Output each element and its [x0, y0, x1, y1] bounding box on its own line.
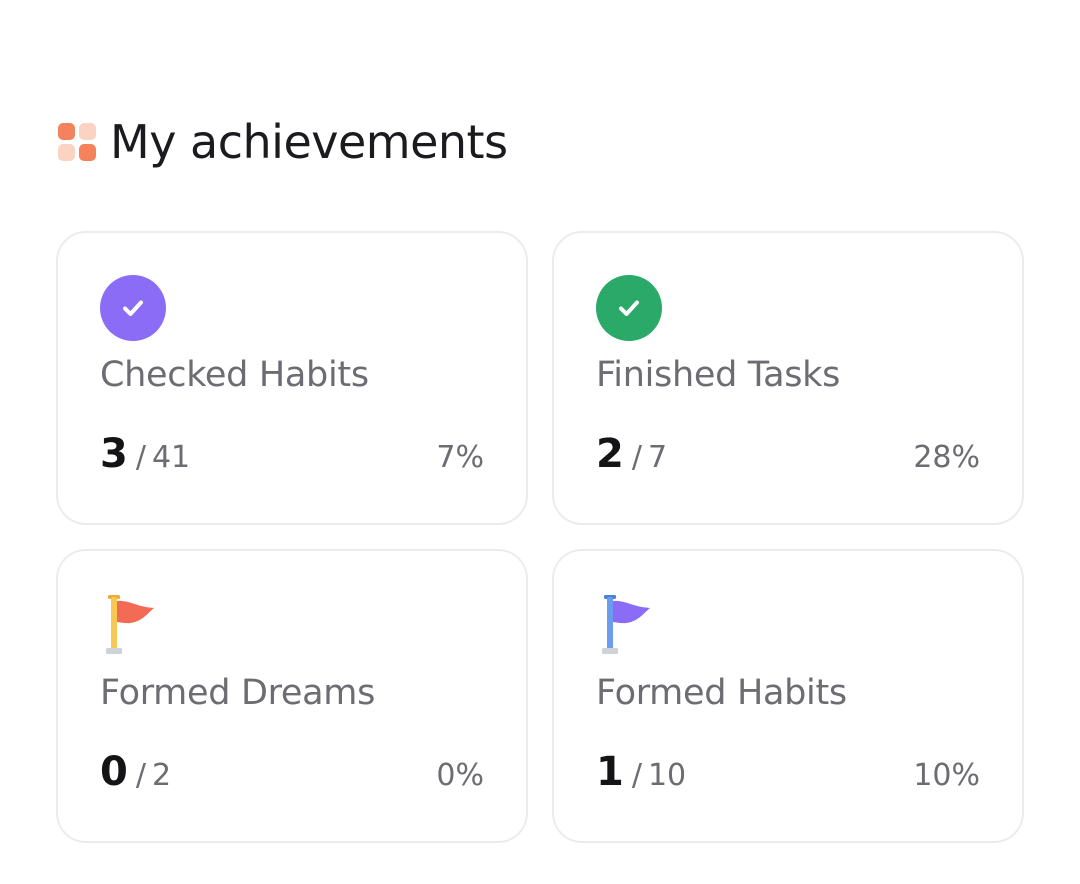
achievement-card-finished-tasks[interactable]: Finished Tasks 2 / 7 28%	[552, 231, 1024, 525]
achievement-count: 1	[596, 749, 624, 795]
achievement-label: Checked Habits	[100, 355, 369, 395]
achievement-total: 7	[647, 440, 668, 475]
achievements-grid-icon	[58, 123, 96, 161]
achievement-card-checked-habits[interactable]: Checked Habits 3 / 41 7%	[56, 231, 528, 525]
achievement-label: Formed Habits	[596, 673, 847, 713]
achievements-grid: Checked Habits 3 / 41 7% Finished Tasks …	[56, 231, 1024, 843]
page-title: My achievements	[110, 115, 508, 169]
achievement-separator: /	[135, 758, 146, 793]
achievement-separator: /	[135, 440, 146, 475]
achievement-card-formed-dreams[interactable]: Formed Dreams 0 / 2 0%	[56, 549, 528, 843]
achievement-count: 0	[100, 749, 128, 795]
achievement-percent: 10%	[913, 758, 980, 793]
achievement-count: 2	[596, 431, 624, 477]
achievement-percent: 0%	[436, 758, 484, 793]
achievement-percent: 7%	[436, 440, 484, 475]
achievement-stats: 0 / 2 0%	[100, 749, 484, 803]
achievement-label: Finished Tasks	[596, 355, 841, 395]
check-circle-icon	[596, 275, 662, 341]
achievement-count: 3	[100, 431, 128, 477]
flag-icon	[100, 593, 166, 659]
achievement-label: Formed Dreams	[100, 673, 376, 713]
achievement-stats: 1 / 10 10%	[596, 749, 980, 803]
achievement-card-formed-habits[interactable]: Formed Habits 1 / 10 10%	[552, 549, 1024, 843]
achievement-stats: 3 / 41 7%	[100, 431, 484, 485]
check-circle-icon	[100, 275, 166, 341]
achievement-total: 2	[151, 758, 172, 793]
flag-icon	[596, 593, 662, 659]
achievement-total: 41	[151, 440, 191, 475]
achievements-header: My achievements	[58, 112, 508, 172]
achievement-separator: /	[631, 758, 642, 793]
achievement-stats: 2 / 7 28%	[596, 431, 980, 485]
achievement-total: 10	[647, 758, 687, 793]
achievement-percent: 28%	[913, 440, 980, 475]
achievement-separator: /	[631, 440, 642, 475]
